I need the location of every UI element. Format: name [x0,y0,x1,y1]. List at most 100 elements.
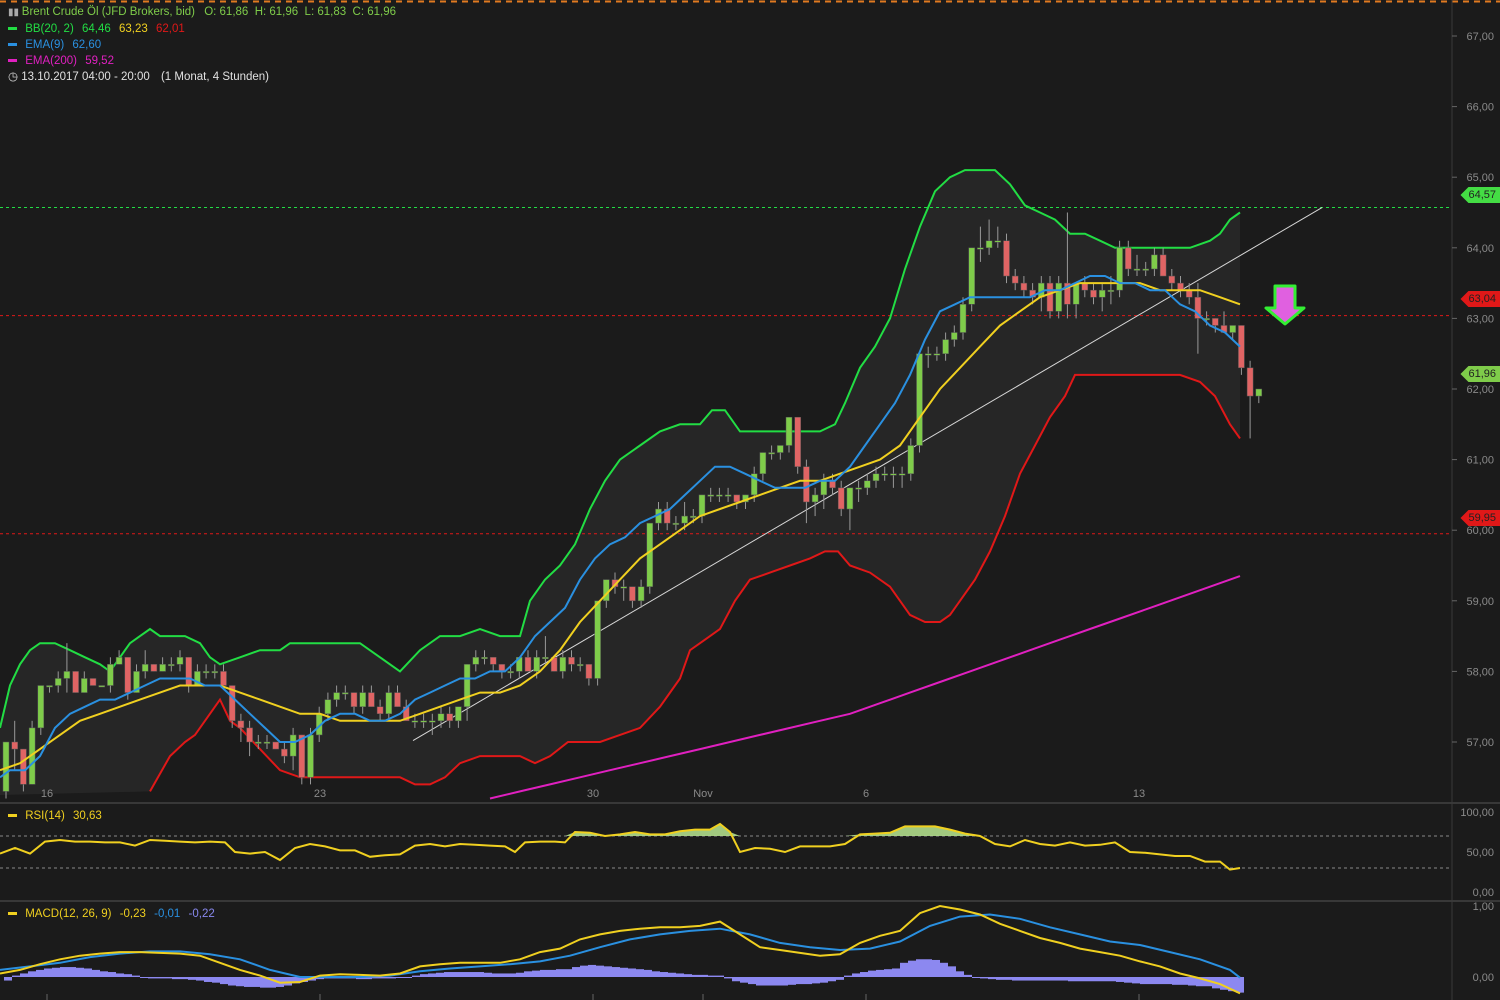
macd-hist-bar [236,977,244,987]
candle-up [637,586,645,602]
candle-down [394,692,401,707]
macd-hist-bar [164,977,172,979]
macd-hist-bar [1156,977,1164,985]
candle-up [481,657,488,660]
macd-hist-bar [500,973,508,977]
candle-up [898,473,906,476]
macd-hist-bar [1004,977,1012,980]
candle-up [159,664,166,672]
macd-hist-bar [140,977,148,978]
candle-up [1255,388,1263,397]
macd-hist-bar [388,977,396,979]
macd-hist-bar [1060,977,1068,981]
candle-down [272,741,279,750]
candle-up [576,664,584,667]
bb-lower-value: 62,01 [155,23,185,35]
macd-label: MACD(12, 26, 9) [25,908,112,920]
candle-down [1185,289,1193,298]
legend-row-instrument: ▮▮ Brent Crude Öl (JFD Brokers, bid) O: … [8,4,396,21]
macd-hist-bar [1172,977,1180,985]
candle-up [620,586,627,589]
candle-up [890,473,897,476]
candle-up [1229,325,1236,333]
macd-hist-bar [252,977,260,987]
ohlc-values: O: 61,86 H: 61,96 L: 61,83 C: 61,96 [204,6,396,18]
candle-up [307,734,314,778]
y-tick-label: 59,00 [1466,596,1494,608]
legend-row-ema9: EMA(9) 62,60 [8,37,396,53]
candle-up [985,240,993,249]
price-tag-mid-text: 63,04 [1468,293,1496,305]
candle-up [881,473,888,476]
macd-hist-bar [220,977,228,985]
candle-down [1011,275,1019,284]
candle-down [837,487,845,510]
price-tag-resistance-text: 64,57 [1468,189,1496,201]
candle-down [1046,282,1054,312]
x-tick-label: Nov [693,788,713,800]
macd-hist-bar [284,977,292,986]
rsi-swatch-icon [8,814,17,818]
macd-hist-bar [828,977,836,982]
macd-hist-bar [900,962,908,977]
instrument-title: Brent Crude Öl (JFD Brokers, bid) [21,6,195,18]
candle-up [437,713,445,722]
macd-hist-bar [204,977,212,982]
candle-up [472,657,480,665]
x-tick-label: 30 [587,788,599,800]
macd-hist-bar [1116,977,1124,982]
macd-hist-bar [196,977,204,981]
macd-hist-bar [212,977,220,983]
macd-hist-bar [44,968,52,977]
macd-hist-bar [708,975,716,977]
candle-down [237,720,245,729]
macd-hist-bar [700,974,708,977]
candle-up [107,664,114,686]
candle-down [585,664,593,679]
macd-hist-bar [516,972,524,977]
candle-up [98,685,105,688]
macd-hist-bar [612,967,620,977]
macd-hist-bar [924,959,932,977]
macd-hist-bar [508,973,516,977]
macd-hist-bar [580,965,588,977]
candle-up [455,706,462,722]
bb-label: BB(20, 2) [25,23,74,35]
candle-up [37,685,45,729]
candle-up [54,678,62,686]
macd-hist-bar [68,967,76,977]
macd-hist-bar [148,977,156,979]
candle-up [463,664,471,707]
candle-up [168,664,175,667]
macd-hist-bar [732,977,740,982]
ema9-swatch-icon [8,43,17,47]
macd-y-tick-label: 1,00 [1473,901,1494,913]
macd-hist-bar [412,975,420,977]
macd-hist-bar [468,972,476,977]
macd-hist-bar [92,969,100,977]
macd-hist-bar [228,977,236,986]
macd-hist-bar [172,977,180,980]
candle-down [829,480,836,489]
candle-down [124,657,132,693]
candle-down [803,466,810,503]
macd-hist-bar [1100,977,1108,982]
candle-up [916,353,923,446]
candle-up [1055,282,1062,312]
macd-hist-bar [540,969,548,977]
candle-up [559,657,567,672]
macd-hist-bar [676,973,684,977]
macd-y-tick-label: 0,00 [1473,972,1494,984]
x-tick-label: 6 [863,788,869,800]
legend-row-period: ◷ 13.10.2017 04:00 - 20:00 (1 Monat, 4 S… [8,69,396,85]
macd-hist-bar [428,973,436,977]
clock-icon: ◷ [8,71,22,83]
macd-hist-bar [740,977,748,983]
macd-hist-bar [916,959,924,977]
macd-hist-bar [868,970,876,977]
x-tick-label: 16 [41,788,53,800]
candle-up [324,699,332,715]
chart-svg: 67,0066,0065,0064,0063,0062,0061,0060,00… [0,0,1500,1000]
candle-up [63,671,71,679]
candle-up [385,692,393,715]
